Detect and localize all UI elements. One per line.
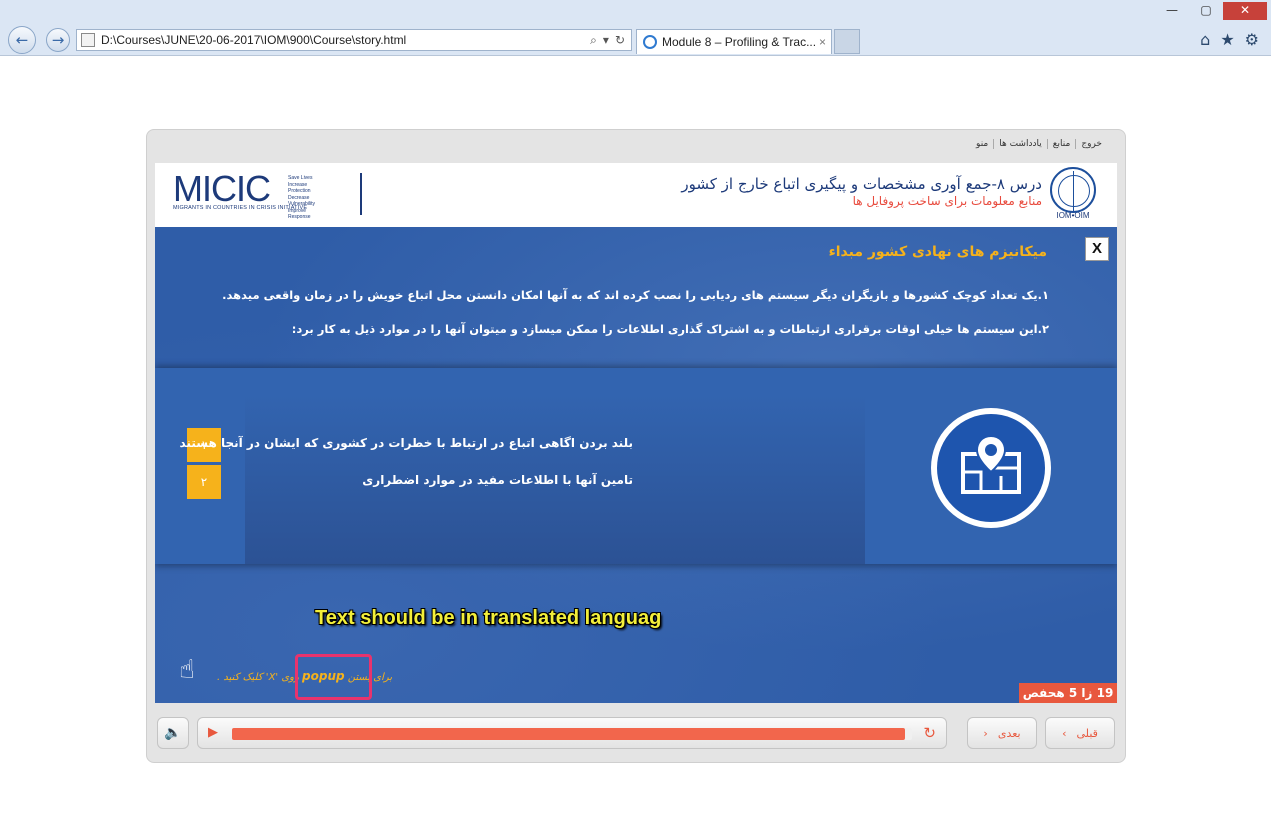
refresh-icon[interactable]: ↻ bbox=[615, 33, 625, 48]
play-icon[interactable]: ▶ bbox=[208, 725, 218, 740]
menu-link-exit[interactable]: خروج bbox=[1075, 139, 1107, 149]
menu-link-notes[interactable]: یادداشت ها bbox=[993, 139, 1047, 149]
tagline-line: Decrease Vulnerability bbox=[288, 194, 316, 208]
seekbar-panel: ▶ ↻ bbox=[197, 717, 947, 749]
chevron-right-icon: › bbox=[1062, 726, 1067, 740]
new-tab-button[interactable] bbox=[834, 29, 860, 54]
maximize-button[interactable]: ▢ bbox=[1189, 2, 1223, 20]
menu-link-menu[interactable]: منو bbox=[971, 139, 993, 149]
slide-stage: X میکانیزم های نهادی کشور مبداء ۱.یک تعد… bbox=[155, 227, 1117, 703]
header-divider bbox=[360, 173, 362, 215]
tab-title: Module 8 – Profiling & Trac... bbox=[662, 35, 817, 49]
search-icon[interactable]: ⌕ bbox=[590, 33, 597, 48]
page-counter-badge: 19 زا 5 هحفص bbox=[1019, 683, 1117, 703]
tagline-line: Improve Response bbox=[288, 207, 311, 221]
menu-link-resources[interactable]: منابع bbox=[1046, 139, 1076, 149]
list-item: تامین آنها با اطلاعات مفید در موارد اضطر… bbox=[362, 473, 633, 487]
slide-line-2: ۲.این سیستم ها خیلی اوقات برقراری ارتباط… bbox=[291, 322, 1049, 336]
next-label: بعدی bbox=[997, 726, 1021, 740]
course-title: درس ۸-جمع آوری مشخصات و پیگیری اتباع خار… bbox=[681, 175, 1042, 193]
address-url[interactable]: D:\Courses\JUNE\20-06-2017\IOM\900\Cours… bbox=[101, 33, 590, 47]
page-icon bbox=[81, 33, 95, 47]
list-item: بلند بردن اگاهی اتباع در ارتباط با خطرات… bbox=[179, 436, 633, 450]
course-player: خروج منابع یادداشت ها منو MICIC Save Liv… bbox=[146, 129, 1126, 763]
tagline-line: Save Lives bbox=[288, 175, 313, 181]
address-bar[interactable]: D:\Courses\JUNE\20-06-2017\IOM\900\Cours… bbox=[76, 29, 632, 51]
translation-warning-text: Text should be in translated languag bbox=[315, 607, 662, 629]
window-controls: — ▢ ✕ bbox=[1155, 2, 1267, 20]
slide-title: میکانیزم های نهادی کشور مبداء bbox=[828, 244, 1047, 260]
progress-fill bbox=[232, 728, 906, 740]
back-arrow-icon: ← bbox=[15, 31, 29, 49]
favorites-star-icon[interactable]: ★ bbox=[1220, 30, 1234, 49]
home-icon[interactable]: ⌂ bbox=[1200, 30, 1210, 49]
close-popup-button[interactable]: X bbox=[1085, 237, 1109, 261]
back-button[interactable]: ← bbox=[8, 26, 36, 54]
iom-logo: IOM•OIM bbox=[1045, 167, 1101, 223]
chevron-down-icon[interactable]: ▾ bbox=[603, 33, 609, 48]
minimize-button[interactable]: — bbox=[1155, 2, 1189, 20]
volume-button[interactable]: 🔈 bbox=[157, 717, 189, 749]
content-band: ۱ ۲ بلند بردن اگاهی اتباع در ارتباط با خ… bbox=[155, 368, 1117, 564]
hint-suffix: روی 'X' کلیک کنید . bbox=[217, 672, 299, 683]
forward-arrow-icon: → bbox=[51, 31, 65, 49]
close-window-button[interactable]: ✕ bbox=[1223, 2, 1267, 20]
next-button[interactable]: بعدی ‹ bbox=[967, 717, 1037, 749]
replay-icon[interactable]: ↻ bbox=[923, 724, 936, 742]
browser-tab[interactable]: Module 8 – Profiling & Trac... × bbox=[636, 29, 832, 54]
gear-icon[interactable]: ⚙ bbox=[1245, 30, 1259, 49]
highlight-annotation-box bbox=[295, 654, 372, 700]
iom-globe-icon bbox=[1050, 167, 1096, 213]
chevron-left-icon: ‹ bbox=[983, 726, 988, 740]
hand-pointer-icon: ☝ bbox=[179, 655, 195, 685]
item-number-badge: ۲ bbox=[187, 465, 221, 499]
course-subtitle: منابع معلومات برای ساخت پروفایل ها bbox=[852, 194, 1042, 208]
forward-button[interactable]: → bbox=[46, 28, 70, 52]
progress-track[interactable] bbox=[232, 728, 912, 740]
ie-icon bbox=[643, 35, 657, 49]
tab-close-icon[interactable]: × bbox=[819, 35, 826, 49]
browser-chrome: — ▢ ✕ ← → D:\Courses\JUNE\20-06-2017\IOM… bbox=[0, 0, 1271, 56]
slide-line-1: ۱.یک تعداد کوچک کشورها و بازیگران دیگر س… bbox=[222, 288, 1049, 302]
map-pin-icon bbox=[931, 408, 1051, 528]
course-header: MICIC Save Lives Increase Protection Dec… bbox=[155, 163, 1117, 227]
previous-button[interactable]: قبلی › bbox=[1045, 717, 1115, 749]
tagline-line: Increase Protection bbox=[288, 181, 311, 195]
top-menu: خروج منابع یادداشت ها منو bbox=[971, 139, 1107, 149]
micic-logo: MICIC Save Lives Increase Protection Dec… bbox=[173, 171, 315, 221]
micic-tagline: Save Lives Increase Protection Decrease … bbox=[288, 175, 315, 221]
previous-label: قبلی bbox=[1076, 726, 1098, 740]
speaker-icon: 🔈 bbox=[164, 725, 182, 741]
